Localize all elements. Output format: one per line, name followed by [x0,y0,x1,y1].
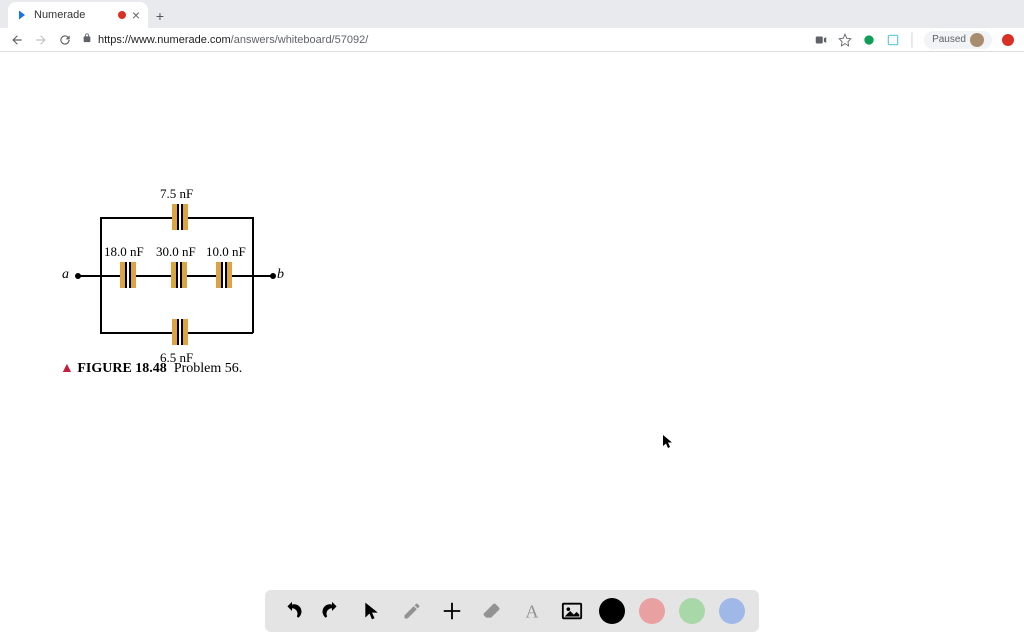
redo-button[interactable] [319,598,345,624]
favicon-icon [16,9,28,21]
capacitor-mid-center [170,262,188,288]
url-box[interactable]: https://www.numerade.com/answers/whitebo… [82,33,804,46]
cursor-icon [663,435,673,454]
capacitor-bottom-label: 6.5 nF [160,350,193,366]
url-text: https://www.numerade.com/answers/whitebo… [98,34,368,46]
color-blue[interactable] [719,598,745,624]
add-tool[interactable] [439,598,465,624]
figure-label: FIGURE 18.48 [77,361,166,376]
reload-button[interactable] [58,33,72,47]
terminal-b-label: b [277,267,284,283]
capacitor-mid-right-label: 10.0 nF [206,244,246,260]
browser-chrome: Numerade × + https://www.numerade.com/an… [0,0,1024,52]
circuit-figure: a b 7.5 nF 6.5 nF [60,182,290,377]
capacitor-top-label: 7.5 nF [160,186,193,202]
capacitor-mid-right [215,262,233,288]
pencil-tool[interactable] [399,598,425,624]
pointer-tool[interactable] [359,598,385,624]
browser-right-icons: | Paused [814,31,1014,49]
back-button[interactable] [10,33,24,47]
terminal-a-label: a [62,267,69,283]
capacitor-mid-left-label: 18.0 nF [104,244,144,260]
capacitor-mid-left [119,262,137,288]
whiteboard-toolbar: A [265,590,759,632]
color-green[interactable] [679,598,705,624]
eraser-tool[interactable] [479,598,505,624]
capacitor-top [171,204,189,230]
lock-icon [82,33,92,46]
paused-label: Paused [932,34,966,45]
close-icon[interactable]: × [132,7,140,23]
triangle-icon: ▲ [60,361,74,376]
address-bar: https://www.numerade.com/answers/whitebo… [0,28,1024,52]
text-tool[interactable]: A [519,598,545,624]
tab-title: Numerade [34,9,112,21]
undo-button[interactable] [279,598,305,624]
capacitor-bottom [171,319,189,345]
whiteboard-canvas[interactable]: a b 7.5 nF 6.5 nF [0,52,1024,640]
new-tab-button[interactable]: + [148,4,172,28]
svg-text:A: A [525,601,539,621]
profile-paused[interactable]: Paused [924,31,992,49]
video-icon[interactable] [814,33,828,47]
separator: | [910,31,914,49]
color-black[interactable] [599,598,625,624]
avatar-icon [970,33,984,47]
forward-button[interactable] [34,33,48,47]
recording-icon [118,11,126,19]
image-tool[interactable] [559,598,585,624]
notification-icon[interactable] [1002,34,1014,46]
extension-icon-2[interactable] [886,33,900,47]
extension-icon-1[interactable] [862,33,876,47]
star-icon[interactable] [838,33,852,47]
browser-tab[interactable]: Numerade × [8,2,148,28]
color-pink[interactable] [639,598,665,624]
tab-bar: Numerade × + [0,0,1024,28]
capacitor-mid-center-label: 30.0 nF [156,244,196,260]
